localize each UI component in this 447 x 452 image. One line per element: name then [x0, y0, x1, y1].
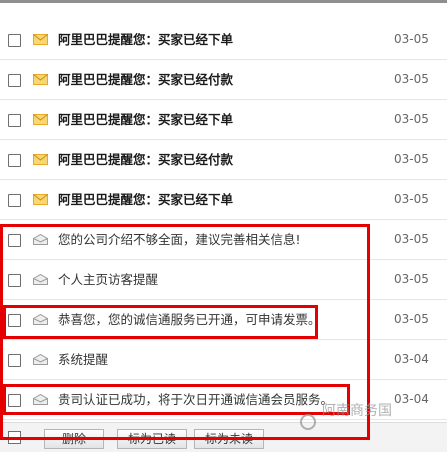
message-row[interactable]: 阿里巴巴提醒您：买家已经下单 03-05	[0, 100, 447, 140]
message-date: 03-05	[394, 32, 429, 46]
message-row[interactable]: 阿里巴巴提醒您：买家已经下单 03-05	[0, 180, 447, 220]
message-date: 03-05	[394, 192, 429, 206]
message-subject[interactable]: 恭喜您，您的诚信通服务已开通，可申请发票。	[58, 311, 321, 329]
message-date: 03-05	[394, 152, 429, 166]
envelope-open-icon	[33, 274, 48, 285]
delete-button[interactable]: 删除	[44, 429, 104, 449]
message-date: 03-05	[394, 232, 429, 246]
row-checkbox[interactable]	[8, 394, 21, 407]
row-checkbox[interactable]	[8, 274, 21, 287]
envelope-closed-icon	[33, 194, 48, 205]
row-checkbox[interactable]	[8, 114, 21, 127]
message-subject[interactable]: 阿里巴巴提醒您：买家已经下单	[58, 111, 233, 129]
message-row[interactable]: 阿里巴巴提醒您：买家已经付款 03-05	[0, 140, 447, 180]
message-date: 03-04	[394, 392, 429, 406]
message-subject[interactable]: 您的公司介绍不够全面，建议完善相关信息!	[58, 231, 301, 249]
envelope-closed-icon	[33, 114, 48, 125]
envelope-closed-icon	[33, 74, 48, 85]
mark-unread-button[interactable]: 标为未读	[194, 429, 264, 449]
message-row[interactable]: 阿里巴巴提醒您：买家已经下单 03-05	[0, 20, 447, 60]
watermark-text: 阿南商务国	[322, 403, 392, 419]
envelope-closed-icon	[33, 154, 48, 165]
message-subject[interactable]: 贵司认证已成功，将于次日开通诚信通会员服务。	[58, 391, 333, 409]
row-checkbox[interactable]	[8, 234, 21, 247]
message-date: 03-04	[394, 352, 429, 366]
list-top-border	[0, 0, 447, 3]
mark-read-button[interactable]: 标为已读	[117, 429, 187, 449]
message-subject[interactable]: 阿里巴巴提醒您：买家已经下单	[58, 191, 233, 209]
envelope-closed-icon	[33, 34, 48, 45]
message-row[interactable]: 您的公司介绍不够全面，建议完善相关信息! 03-05	[0, 220, 447, 260]
message-subject[interactable]: 个人主页访客提醒	[58, 271, 158, 289]
row-checkbox[interactable]	[8, 34, 21, 47]
message-date: 03-05	[394, 72, 429, 86]
message-row[interactable]: 恭喜您，您的诚信通服务已开通，可申请发票。 03-05	[0, 300, 447, 340]
message-subject[interactable]: 阿里巴巴提醒您：买家已经付款	[58, 71, 233, 89]
envelope-open-icon	[33, 394, 48, 405]
select-all-checkbox[interactable]	[8, 431, 21, 444]
row-checkbox[interactable]	[8, 354, 21, 367]
message-row[interactable]: 个人主页访客提醒 03-05	[0, 260, 447, 300]
message-row[interactable]: 系统提醒 03-04	[0, 340, 447, 380]
row-checkbox[interactable]	[8, 154, 21, 167]
envelope-open-icon	[33, 234, 48, 245]
message-row[interactable]: 阿里巴巴提醒您：买家已经付款 03-05	[0, 60, 447, 100]
message-subject[interactable]: 系统提醒	[58, 351, 108, 369]
row-checkbox[interactable]	[8, 314, 21, 327]
message-subject[interactable]: 阿里巴巴提醒您：买家已经下单	[58, 31, 233, 49]
envelope-open-icon	[33, 314, 48, 325]
message-list: 阿里巴巴提醒您：买家已经下单 03-05 阿里巴巴提醒您：买家已经付款 03-0…	[0, 20, 447, 420]
message-date: 03-05	[394, 312, 429, 326]
message-date: 03-05	[394, 272, 429, 286]
envelope-open-icon	[33, 354, 48, 365]
message-date: 03-05	[394, 112, 429, 126]
row-checkbox[interactable]	[8, 194, 21, 207]
message-subject[interactable]: 阿里巴巴提醒您：买家已经付款	[58, 151, 233, 169]
row-checkbox[interactable]	[8, 74, 21, 87]
bulk-action-bar: 删除 标为已读 标为未读	[0, 422, 447, 452]
watermark-logo-icon	[300, 414, 316, 430]
